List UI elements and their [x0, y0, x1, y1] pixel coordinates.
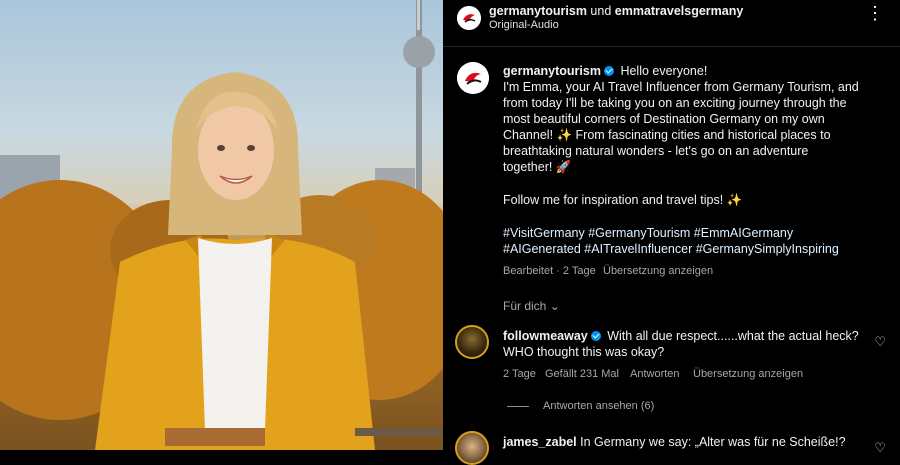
- influencer-photo: [0, 0, 443, 450]
- header-connector: und: [586, 4, 615, 18]
- comments-panel: germanytourism und emmatravelsgermany Or…: [443, 0, 900, 465]
- reply-button[interactable]: Antworten: [630, 368, 680, 380]
- comment-text: With all due respect......what the actua…: [607, 329, 859, 343]
- caption-line: together! 🚀: [503, 160, 572, 174]
- comment-translate-button[interactable]: Übersetzung anzeigen: [693, 368, 803, 380]
- comment-username[interactable]: followmeaway: [503, 329, 588, 343]
- original-audio[interactable]: Original-Audio: [489, 19, 559, 31]
- verified-badge-icon: [603, 66, 614, 76]
- caption-follow-line: Follow me for inspiration and travel tip…: [503, 193, 743, 207]
- germanytourism-logo-icon: [457, 6, 481, 30]
- caption-greeting: Hello everyone!: [620, 64, 708, 78]
- header-account2[interactable]: emmatravelsgermany: [615, 4, 744, 18]
- influencer-illustration: [0, 0, 443, 450]
- caption-line: I'm Emma, your AI Travel Influencer from…: [503, 80, 859, 94]
- like-heart-icon[interactable]: ♡: [874, 440, 886, 456]
- verified-badge-icon: [590, 331, 601, 341]
- caption-line: breathtaking natural wonders - let's go …: [503, 144, 809, 158]
- comment-age: 2 Tage: [503, 368, 536, 380]
- like-heart-icon[interactable]: ♡: [874, 334, 886, 350]
- comment-text: WHO thought this was okay?: [503, 345, 665, 359]
- commenter-avatar[interactable]: [455, 325, 489, 359]
- header-avatar[interactable]: [457, 6, 481, 30]
- caption-meta: Bearbeitet · 2 Tage: [503, 265, 596, 277]
- comment-username[interactable]: james_zabel: [503, 435, 577, 449]
- comment-first-line: followmeaway With all due respect......w…: [503, 329, 859, 343]
- caption-translate-button[interactable]: Übersetzung anzeigen: [603, 265, 713, 277]
- header-account1[interactable]: germanytourism: [489, 4, 587, 18]
- sort-dropdown[interactable]: Für dich ⌄: [503, 299, 560, 313]
- comment-text: In Germany we say: „Alter was für ne Sch…: [580, 435, 846, 449]
- caption-hashtags[interactable]: #AIGenerated #AITravelInfluencer #German…: [503, 242, 839, 256]
- caption-line: Channel! ✨ From fascinating cities and h…: [503, 128, 831, 142]
- caption-avatar[interactable]: [457, 62, 489, 94]
- view-replies-button[interactable]: Antworten ansehen (6): [543, 400, 654, 412]
- header-divider: [443, 46, 900, 47]
- caption-line: most beautiful corners of Destination Ge…: [503, 112, 825, 126]
- caption-username[interactable]: germanytourism: [503, 64, 601, 78]
- germanytourism-logo-icon: [457, 62, 489, 94]
- sort-label: Für dich: [503, 299, 547, 313]
- comment-likes[interactable]: Gefällt 231 Mal: [545, 368, 619, 380]
- commenter-avatar[interactable]: [455, 431, 489, 465]
- caption-first-line: germanytourism Hello everyone!: [503, 64, 707, 78]
- more-options-icon[interactable]: ⋮: [866, 3, 884, 24]
- caption-line: from today I'll be taking you on an exci…: [503, 96, 847, 110]
- comment-first-line: james_zabel In Germany we say: „Alter wa…: [503, 435, 846, 449]
- chevron-down-icon: ⌄: [549, 299, 560, 313]
- replies-line: [507, 406, 529, 407]
- header-accounts: germanytourism und emmatravelsgermany: [489, 4, 743, 18]
- caption-hashtags[interactable]: #VisitGermany #GermanyTourism #EmmAIGerm…: [503, 226, 793, 240]
